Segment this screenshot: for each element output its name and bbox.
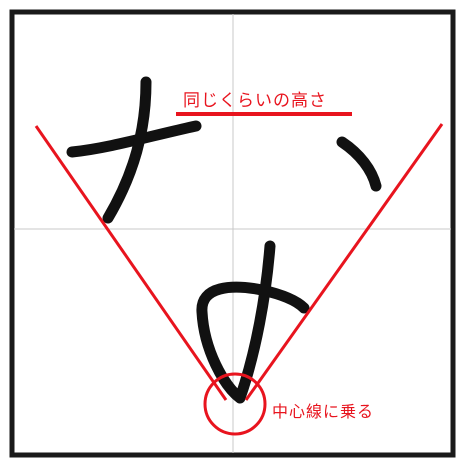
center-line-annotation: 中心線に乗る [272, 402, 375, 421]
calligraphy-guide-sheet: 同じくらいの高さ 中心線に乗る [0, 0, 469, 469]
calligraphy-diagram [9, 9, 456, 458]
same-height-annotation: 同じくらいの高さ [183, 91, 327, 111]
